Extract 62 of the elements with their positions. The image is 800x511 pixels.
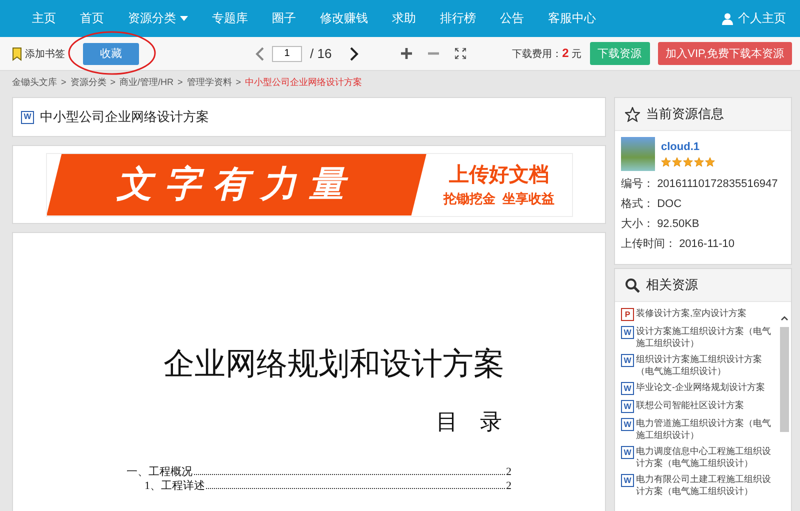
breadcrumb-separator: > — [110, 77, 116, 87]
related-resource-link[interactable]: W 联想公司智能社区设计方案 — [621, 399, 779, 413]
nav-link[interactable]: 求助 — [380, 10, 428, 27]
related-resource-link[interactable]: W 电力管道施工组织设计方案（电气施工组织设计） — [621, 417, 779, 441]
download-button[interactable]: 下载资源 — [590, 42, 650, 65]
nav-link[interactable]: 修改赚钱 — [308, 10, 380, 27]
toc-page-number: 2 — [506, 465, 512, 479]
related-resource-link[interactable]: P 装修设计方案,室内设计方案 — [621, 307, 779, 321]
add-bookmark-link[interactable]: 添加书签 — [25, 46, 65, 60]
word-file-icon: W — [621, 446, 634, 459]
ppt-file-icon: P — [621, 308, 634, 321]
uploader-link[interactable]: cloud.1 — [661, 141, 700, 153]
related-resource-link[interactable]: W 组织设计方案施工组织设计方案（电气施工组织设计） — [621, 353, 779, 377]
related-resource-link[interactable]: W 设计方案施工组织设计方案（电气施工组织设计） — [621, 325, 779, 349]
breadcrumb-separator: > — [178, 77, 183, 87]
page-number-field[interactable]: 1 — [272, 46, 302, 62]
nav-link[interactable]: 圈子 — [260, 10, 308, 27]
download-fee: 下载费用：2 元 — [512, 46, 582, 61]
breadcrumb-link[interactable]: 资源分类 — [70, 76, 106, 88]
banner-headline: 文字有力量 — [116, 162, 356, 206]
card-heading: 相关资源 — [646, 276, 698, 294]
word-file-icon: W — [621, 474, 634, 487]
ad-banner[interactable]: 文字有力量 上传好文档 抡锄挖金 坐享收益 — [46, 152, 572, 216]
breadcrumb-link[interactable]: 管理学资料 — [186, 76, 232, 88]
word-file-icon: W — [621, 354, 634, 367]
favorite-button[interactable]: 收藏 — [83, 42, 139, 64]
breadcrumb-link[interactable]: 商业/管理/HR — [120, 76, 174, 88]
related-resource-link[interactable]: W 毕业论文-企业网络规划设计方案 — [621, 381, 779, 395]
word-file-icon: W — [21, 110, 34, 124]
info-field: 编号： 20161110172835516947 — [615, 176, 791, 191]
related-resource-link[interactable]: W 电力有限公司土建工程施工组织设计方案（电气施工组织设计） — [621, 473, 779, 497]
banner-slogan: 上传好文档 — [449, 162, 549, 188]
word-file-icon: W — [621, 418, 634, 431]
vip-button[interactable]: 加入VIP,免费下载本资源 — [658, 42, 792, 65]
info-field: 格式： DOC — [615, 196, 791, 211]
nav-link[interactable]: 客服中心 — [536, 10, 608, 27]
info-field: 上传时间： 2016-11-10 — [615, 236, 791, 251]
toc-heading: 目 录 — [436, 408, 502, 436]
toc-page-number: 2 — [506, 479, 512, 493]
nav-link[interactable]: 主页 — [20, 10, 68, 27]
word-file-icon: W — [621, 326, 634, 339]
breadcrumb-link[interactable]: 金锄头文库 — [12, 76, 57, 88]
page-title: 企业网络规划和设计方案 — [164, 345, 504, 383]
banner-subline: 抡锄挖金 坐享收益 — [443, 190, 555, 208]
related-resource-link[interactable]: W 电力调度信息中心工程施工组织设计方案（电气施工组织设计） — [621, 445, 779, 469]
word-file-icon: W — [621, 400, 634, 413]
breadcrumb-separator: > — [61, 77, 66, 87]
toc-entry: 1、工程详述 — [144, 479, 205, 493]
nav-link[interactable]: 公告 — [488, 10, 536, 27]
nav-link[interactable]: 排行榜 — [428, 10, 488, 27]
nav-link[interactable]: 专题库 — [200, 10, 260, 27]
breadcrumb-current: 中小型公司企业网络设计方案 — [245, 76, 362, 88]
nav-link[interactable]: 资源分类 — [116, 10, 200, 27]
document-title: 中小型公司企业网络设计方案 — [40, 108, 209, 126]
word-file-icon: W — [621, 382, 634, 395]
card-heading: 当前资源信息 — [646, 105, 724, 123]
nav-link[interactable]: 首页 — [68, 10, 116, 27]
breadcrumb-separator: > — [236, 77, 242, 87]
page-total: / 16 — [310, 46, 332, 61]
info-field: 大小： 92.50KB — [615, 216, 791, 231]
user-home-link[interactable]: 个人主页 — [738, 10, 786, 27]
toc-entry: 一、工程概况 — [126, 465, 192, 479]
